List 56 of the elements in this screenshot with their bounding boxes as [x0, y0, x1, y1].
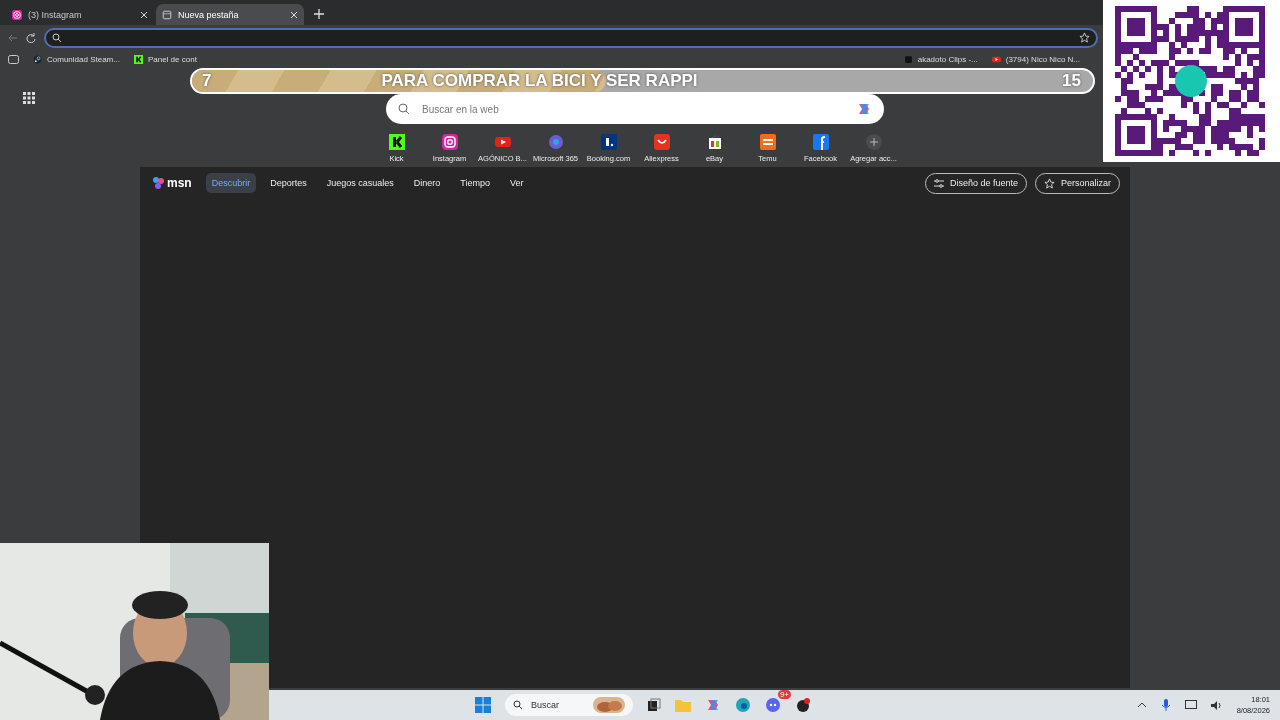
- bookmark[interactable]: Comunidad Steam...: [33, 54, 120, 64]
- qr-code-icon: [1103, 0, 1280, 162]
- new-tab-icon[interactable]: [314, 9, 324, 19]
- close-icon[interactable]: [140, 10, 148, 19]
- chat-icon[interactable]: [765, 697, 781, 713]
- nav-tab[interactable]: Ver: [504, 173, 530, 193]
- booking-icon: [600, 134, 617, 150]
- browser-tab[interactable]: Nueva pestaña: [156, 4, 304, 25]
- task-view-icon[interactable]: [647, 698, 661, 712]
- kick-icon: [133, 54, 143, 64]
- nav-tab[interactable]: Tiempo: [454, 173, 496, 193]
- camera-icon: [12, 9, 22, 20]
- bookmark[interactable]: akadoto Clips -...: [903, 54, 978, 64]
- browser-icon[interactable]: [735, 697, 751, 713]
- camera-icon: [441, 134, 458, 150]
- msn-logo[interactable]: msn: [152, 176, 192, 190]
- temu-icon: [759, 134, 776, 150]
- record-icon[interactable]: [795, 697, 811, 713]
- apps-icon[interactable]: [8, 54, 19, 64]
- nav-tab[interactable]: Deportes: [264, 173, 313, 193]
- notification-badge: 9+: [777, 690, 791, 699]
- search-icon: [513, 700, 523, 710]
- chevron-up-icon[interactable]: [1136, 701, 1147, 709]
- facebook-icon: [812, 134, 829, 150]
- nav-tab[interactable]: Juegos casuales: [320, 173, 400, 193]
- search-icon: [52, 32, 62, 43]
- start-icon[interactable]: [475, 697, 491, 713]
- close-icon[interactable]: [290, 10, 298, 19]
- speaker-icon[interactable]: [1210, 699, 1223, 711]
- smile-icon: [653, 134, 670, 150]
- play-icon: [494, 134, 511, 150]
- steam-icon: [33, 54, 42, 64]
- web-search-field[interactable]: Buscar en la web: [420, 102, 846, 116]
- back-icon[interactable]: [8, 32, 18, 43]
- plus-icon: [865, 134, 882, 150]
- sliders-icon: [933, 178, 944, 188]
- page-icon: [162, 9, 172, 20]
- overlay-banner: 7 PARA COMPRAR LA BICI Y SER RAPPI 15: [190, 68, 1095, 94]
- star-icon[interactable]: [1079, 32, 1090, 43]
- reload-icon[interactable]: [26, 32, 36, 43]
- bookmark[interactable]: Panel de cont: [133, 54, 197, 64]
- nav-tab[interactable]: Descubrir: [205, 173, 257, 193]
- network-icon[interactable]: [1184, 699, 1197, 711]
- taskbar-search-field[interactable]: Buscar: [505, 694, 633, 716]
- microphone-icon[interactable]: [1160, 699, 1171, 711]
- star-icon: [1043, 177, 1055, 189]
- search-icon: [398, 103, 410, 115]
- bookmark[interactable]: (3794) Nico Nico N...: [991, 54, 1080, 64]
- app-launcher-icon[interactable]: [23, 92, 35, 104]
- play-icon: [991, 54, 1001, 64]
- nav-tab[interactable]: Dinero: [407, 173, 447, 193]
- kick-icon: [388, 134, 405, 150]
- bookmark-icon: [903, 54, 913, 64]
- shopping-bag-icon: [706, 134, 723, 150]
- ring-icon: [547, 134, 564, 150]
- search-bar[interactable]: Buscar en la web: [386, 94, 884, 124]
